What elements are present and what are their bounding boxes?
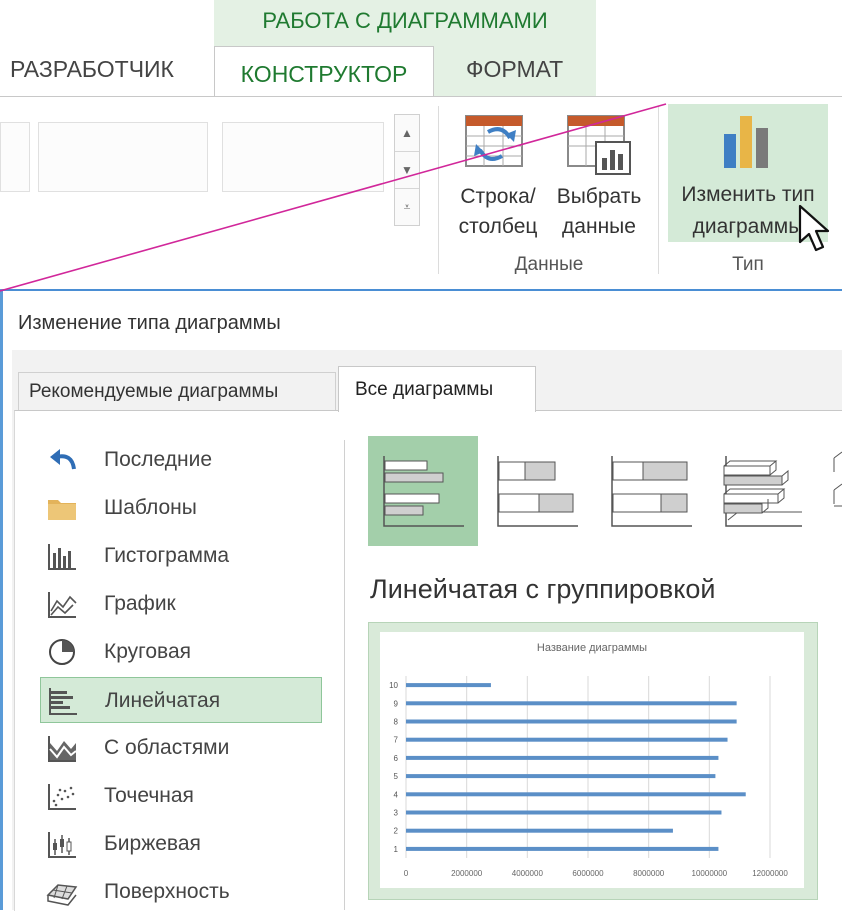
dialog-border xyxy=(0,289,3,910)
category-line[interactable]: График xyxy=(40,581,322,627)
preview-title: Линейчатая с группировкой xyxy=(370,574,716,604)
select-data-label-2: данные xyxy=(562,215,636,238)
category-column[interactable]: Гистограмма xyxy=(40,533,322,579)
category-pie[interactable]: Круговая xyxy=(40,629,322,675)
category-bar[interactable]: Линейчатая xyxy=(40,677,322,723)
scatter-chart-icon xyxy=(48,784,76,810)
select-data-label-1: Выбрать xyxy=(556,185,642,208)
category-label: Точечная xyxy=(104,784,194,807)
tab-constructor[interactable]: КОНСТРУКТОР xyxy=(214,46,434,100)
category-label: С областями xyxy=(104,736,230,759)
bar xyxy=(406,810,722,815)
data-group-label: Данные xyxy=(514,254,584,275)
bar xyxy=(406,828,673,833)
category-label: График xyxy=(104,592,176,615)
subtype-3d-clustered-bar[interactable] xyxy=(710,436,820,546)
undo-arrow-icon xyxy=(50,449,76,470)
y-tick-label: 2 xyxy=(394,827,399,836)
select-data-icon xyxy=(567,115,631,175)
category-surface[interactable]: Поверхность xyxy=(40,869,322,915)
switch-row-column-icon xyxy=(465,115,523,167)
x-tick-label: 4000000 xyxy=(512,869,544,878)
group-separator xyxy=(658,106,659,274)
gallery-more-icon[interactable]: ⩡ xyxy=(395,189,419,225)
x-tick-label: 2000000 xyxy=(451,869,483,878)
mouse-cursor-icon xyxy=(798,204,830,252)
x-tick-label: 10000000 xyxy=(692,869,728,878)
subtype-stacked-100-bar[interactable] xyxy=(596,436,706,546)
category-label: Круговая xyxy=(104,640,192,663)
type-group-label: Тип xyxy=(732,254,764,275)
surface-chart-icon xyxy=(46,884,78,906)
switch-row-column-label-1: Строка/ xyxy=(460,185,536,208)
x-tick-label: 12000000 xyxy=(752,869,788,878)
group-separator xyxy=(438,106,439,274)
category-templates[interactable]: Шаблоны xyxy=(40,485,322,531)
bar xyxy=(406,683,491,688)
folder-icon xyxy=(48,500,76,520)
dialog-title: Изменение типа диаграммы xyxy=(18,312,281,334)
tab-recommended-charts[interactable]: Рекомендуемые диаграммы xyxy=(18,372,336,410)
x-tick-label: 0 xyxy=(404,869,409,878)
category-stock[interactable]: Биржевая xyxy=(40,821,322,867)
change-chart-type-icon xyxy=(724,116,768,168)
chart-title: Название диаграммы xyxy=(536,642,648,654)
tab-developer[interactable]: РАЗРАБОТЧИК xyxy=(10,56,174,83)
gallery-scroll-up-icon[interactable]: ▲ xyxy=(395,115,419,152)
y-tick-label: 1 xyxy=(394,845,399,854)
category-area[interactable]: С областями xyxy=(40,725,322,771)
stock-chart-icon xyxy=(48,832,76,858)
subtype-clustered-bar[interactable] xyxy=(368,436,478,546)
bar xyxy=(406,774,716,779)
y-tick-label: 10 xyxy=(389,681,398,690)
subtype-3d-stacked-bar[interactable] xyxy=(824,436,842,546)
gallery-scrollbar[interactable]: ▲ ▼ ⩡ xyxy=(394,114,420,226)
category-scatter[interactable]: Точечная xyxy=(40,773,322,819)
chart-style-thumbnail[interactable] xyxy=(38,122,208,192)
bar-chart-preview: 0 2000000 4000000 6000000 8000000 10000000 120… xyxy=(389,676,788,878)
switch-row-column-label-2: столбец xyxy=(458,215,538,238)
select-data-button[interactable]: Выбрать данные xyxy=(548,110,650,250)
x-tick-label: 6000000 xyxy=(572,869,604,878)
y-tick-label: 3 xyxy=(394,809,399,818)
column-chart-icon xyxy=(48,544,76,570)
bar xyxy=(406,792,746,797)
subtype-stacked-bar[interactable] xyxy=(482,436,592,546)
y-tick-label: 7 xyxy=(394,736,399,745)
chart-style-thumbnail[interactable] xyxy=(0,122,30,192)
x-tick-label: 8000000 xyxy=(633,869,665,878)
category-label: Гистограмма xyxy=(104,544,230,567)
category-label: Последние xyxy=(104,448,213,471)
context-group-title: РАБОТА С ДИАГРАММАМИ xyxy=(262,8,548,33)
category-label: Поверхность xyxy=(104,880,230,903)
category-label: Биржевая xyxy=(104,832,201,855)
line-chart-icon xyxy=(48,592,77,618)
category-label: Линейчатая xyxy=(105,689,221,712)
y-tick-label: 4 xyxy=(394,790,399,799)
panel-divider xyxy=(344,440,345,910)
bar xyxy=(406,719,737,724)
y-tick-label: 8 xyxy=(394,718,399,727)
category-label: Шаблоны xyxy=(104,496,197,519)
gallery-scroll-down-icon[interactable]: ▼ xyxy=(395,152,419,189)
category-recent[interactable]: Последние xyxy=(40,437,322,483)
bar xyxy=(406,737,728,742)
y-tick-label: 9 xyxy=(394,699,399,708)
chart-style-thumbnail[interactable] xyxy=(222,122,384,192)
y-tick-label: 5 xyxy=(394,772,399,781)
chart-preview: 0 2000000 4000000 6000000 8000000 10000000 120… xyxy=(380,632,804,888)
bar-chart-icon xyxy=(49,688,77,715)
bar xyxy=(406,755,719,760)
area-chart-icon xyxy=(48,736,77,762)
tab-format[interactable]: ФОРМАТ xyxy=(466,56,563,83)
bar xyxy=(406,701,737,706)
switch-row-column-button[interactable]: Строка/ столбец xyxy=(452,110,544,250)
pie-chart-icon xyxy=(49,639,75,665)
y-tick-label: 6 xyxy=(394,754,399,763)
tab-all-charts[interactable]: Все диаграммы xyxy=(338,366,536,412)
bar xyxy=(406,846,719,851)
